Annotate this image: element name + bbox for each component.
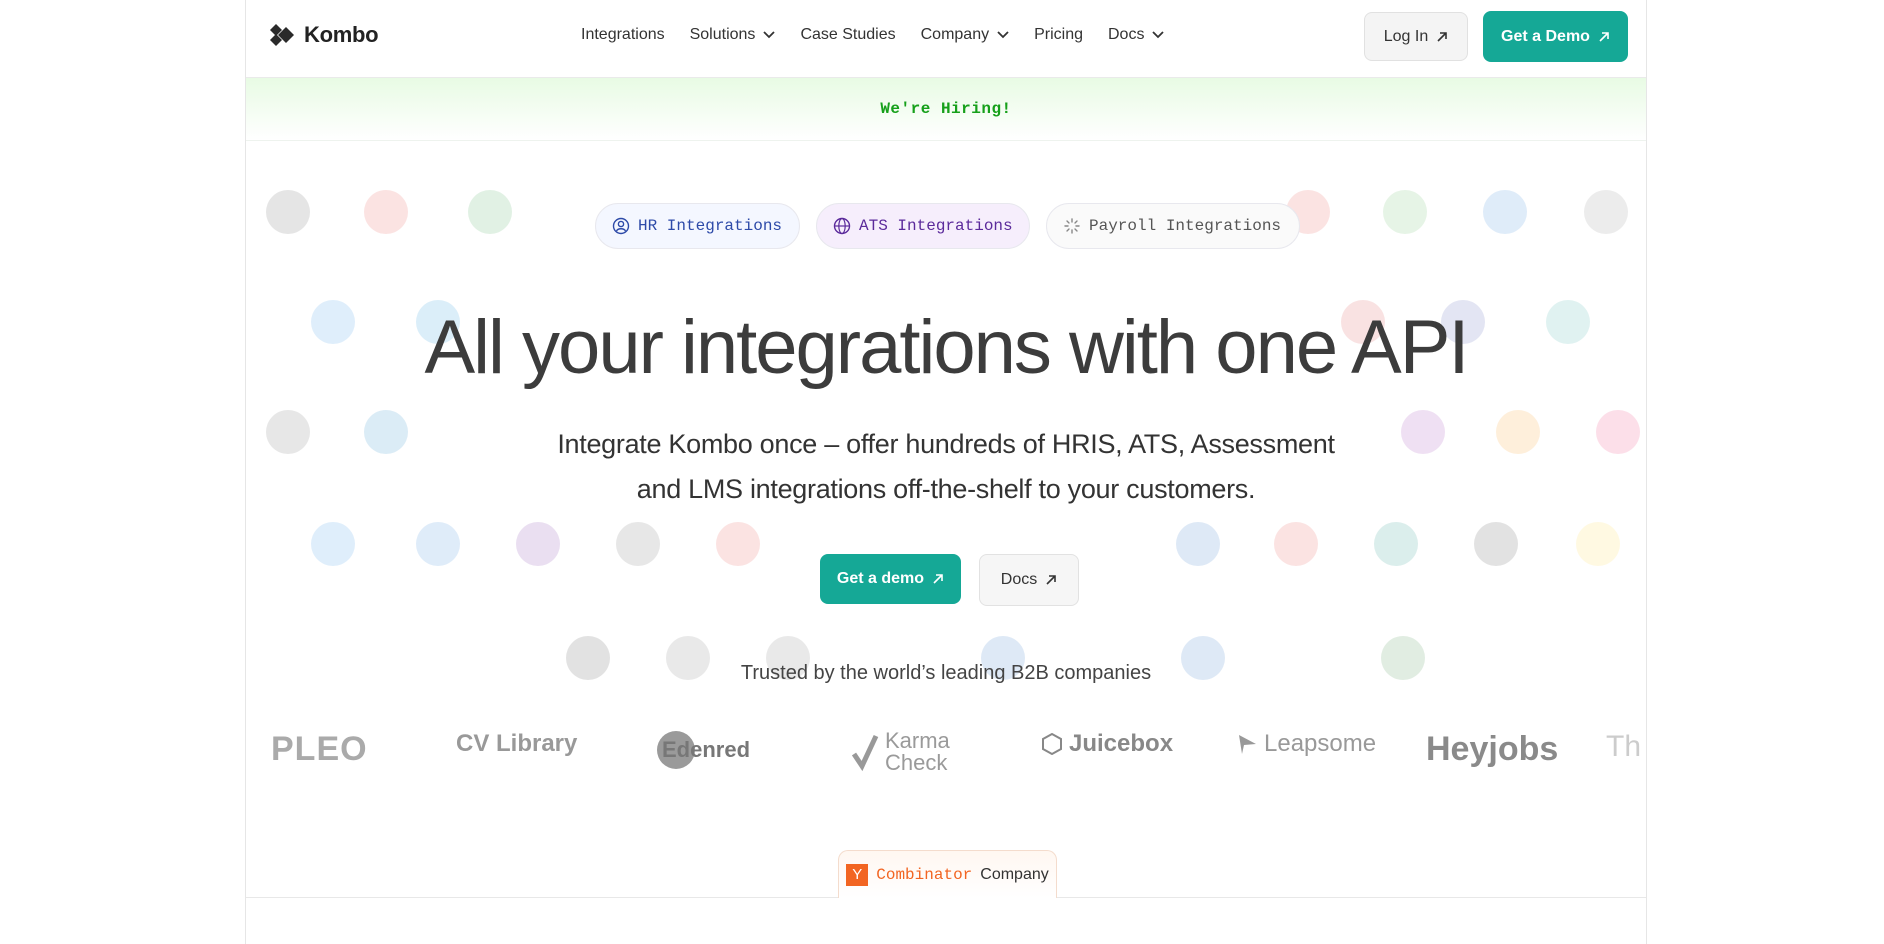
hero-cta-group: Get a demo Docs: [820, 554, 1079, 606]
heyjobs-logo: Heyjobs: [1426, 730, 1559, 768]
login-button[interactable]: Log In: [1364, 12, 1468, 61]
pleo-logo: PLEO: [271, 730, 368, 768]
site-header: Kombo Integrations Solutions Case Studie…: [246, 0, 1646, 78]
arrow-up-right-icon: [1437, 31, 1448, 42]
nav-company[interactable]: Company: [921, 26, 1009, 44]
faded-app-icon: [1383, 190, 1427, 234]
nav-label: Pricing: [1034, 26, 1083, 43]
nav-pricing[interactable]: Pricing: [1034, 26, 1083, 44]
faded-app-icon: [1576, 522, 1620, 566]
arrow-up-right-icon: [933, 574, 943, 584]
kombo-logo-icon: [270, 24, 294, 46]
login-label: Log In: [1383, 27, 1429, 45]
demo-label: Get a Demo: [1501, 27, 1590, 45]
nav-label: Docs: [1108, 26, 1145, 43]
faded-app-icon: [1374, 522, 1418, 566]
brand-logo[interactable]: Kombo: [266, 20, 379, 50]
faded-app-icon: [1474, 522, 1518, 566]
tab-ats-integrations[interactable]: ATS Integrations: [816, 203, 1030, 249]
subheadline-line: and LMS integrations off-the-shelf to yo…: [636, 474, 1256, 504]
integration-category-tabs: HR Integrations ATS Integrations Payroll…: [595, 203, 1300, 249]
arrow-up-right-icon: [1046, 575, 1057, 585]
hiring-banner[interactable]: We're Hiring!: [246, 78, 1646, 141]
leapsome-logo: Leapsome: [1236, 730, 1376, 758]
faded-app-icon: [416, 522, 460, 566]
hero-headline: All your integrations with one API: [424, 305, 1469, 390]
nav-label: Case Studies: [800, 26, 896, 43]
faded-app-icon: [468, 190, 512, 234]
user-circle-icon: [612, 217, 630, 235]
chevron-down-icon: [997, 31, 1009, 39]
nav-label: Company: [920, 26, 990, 43]
faded-app-icon: [1274, 522, 1318, 566]
nav-label: Solutions: [689, 26, 756, 43]
cv-library-logo: CV Library: [456, 730, 578, 757]
yc-logo-icon: Y: [846, 863, 869, 886]
yc-company-text: Company: [980, 865, 1049, 883]
loading-spinner-icon: [1064, 218, 1080, 234]
tab-label: Payroll Integrations: [1089, 217, 1282, 235]
partial-logo: Th: [1606, 730, 1642, 763]
nav-label: Integrations: [581, 26, 665, 43]
leapsome-mark-icon: [1239, 735, 1256, 754]
hero-get-demo-button[interactable]: Get a demo: [820, 554, 961, 604]
globe-icon: [833, 217, 851, 235]
edenred-logo: Edenred: [656, 730, 750, 770]
cta-label: Get a demo: [836, 570, 925, 587]
cube-icon: [1042, 733, 1062, 755]
checkmark-icon: [851, 734, 879, 772]
yc-combinator-text: Combinator: [876, 865, 973, 884]
brand-name: Kombo: [304, 22, 379, 47]
main-nav: Integrations Solutions Case Studies Comp…: [581, 26, 1189, 44]
hiring-text: We're Hiring!: [880, 100, 1012, 118]
tab-label: HR Integrations: [638, 217, 783, 235]
arrow-up-right-icon: [1599, 31, 1609, 42]
hero-docs-button[interactable]: Docs: [979, 554, 1079, 606]
page-frame: Kombo Integrations Solutions Case Studie…: [245, 0, 1647, 944]
faded-app-icon: [266, 190, 310, 234]
faded-app-icon: [616, 522, 660, 566]
faded-app-icon: [1176, 522, 1220, 566]
nav-docs[interactable]: Docs: [1108, 26, 1165, 44]
nav-case-studies[interactable]: Case Studies: [800, 26, 895, 44]
nav-solutions[interactable]: Solutions: [690, 26, 776, 44]
customer-logo-strip: PLEO CV Library Edenred Karma Check Juic…: [271, 722, 1648, 778]
hero-subheadline: Integrate Kombo once – offer hundreds of…: [246, 422, 1646, 512]
chevron-down-icon: [763, 31, 776, 39]
faded-app-icon: [516, 522, 560, 566]
get-demo-button[interactable]: Get a Demo: [1483, 11, 1628, 62]
faded-app-icon: [716, 522, 760, 566]
nav-integrations[interactable]: Integrations: [581, 26, 665, 44]
cta-label: Docs: [1000, 571, 1038, 588]
faded-app-icon: [1483, 190, 1527, 234]
tab-hr-integrations[interactable]: HR Integrations: [595, 203, 800, 249]
faded-app-icon: [1584, 190, 1628, 234]
trusted-by-caption: Trusted by the world’s leading B2B compa…: [740, 662, 1152, 684]
faded-app-icon: [311, 522, 355, 566]
karma-check-logo: Karma Check: [851, 730, 965, 774]
juicebox-logo: Juicebox: [1041, 730, 1173, 758]
yc-badge[interactable]: Y Combinator Company: [838, 850, 1057, 898]
tab-payroll-integrations[interactable]: Payroll Integrations: [1046, 203, 1300, 249]
faded-app-icon: [364, 190, 408, 234]
tab-label: ATS Integrations: [859, 217, 1013, 235]
subheadline-line: Integrate Kombo once – offer hundreds of…: [557, 429, 1335, 459]
chevron-down-icon: [1152, 31, 1165, 39]
